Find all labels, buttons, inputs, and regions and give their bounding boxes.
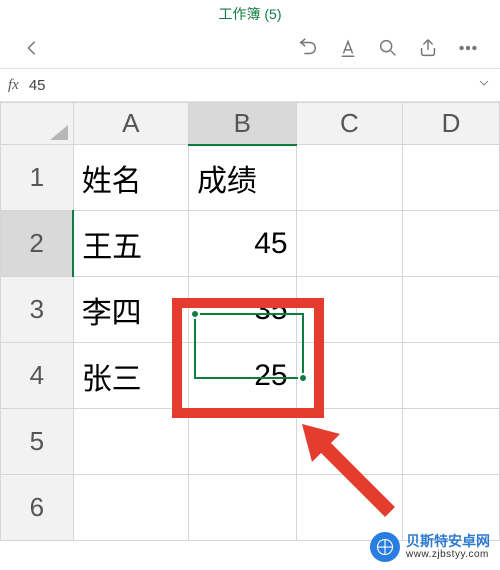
row-header-5[interactable]: 5 [1, 409, 74, 475]
watermark-title: 贝斯特安卓网 [406, 534, 490, 549]
formula-bar[interactable]: fx 45 [0, 68, 500, 102]
row-header-6[interactable]: 6 [1, 475, 74, 541]
cell-a6[interactable] [73, 475, 188, 541]
row-header-1[interactable]: 1 [1, 145, 74, 211]
share-icon[interactable] [408, 37, 448, 59]
cell-b1[interactable]: 成绩 [188, 145, 296, 211]
watermark: 贝斯特安卓网 www.zjbstyy.com [370, 532, 490, 562]
cell-c3[interactable] [296, 277, 402, 343]
toolbar [0, 28, 500, 68]
spreadsheet[interactable]: A B C D 1 姓名 成绩 2 王五 45 3 李四 35 4 [0, 102, 500, 541]
cell-a1[interactable]: 姓名 [73, 145, 188, 211]
cell-c2[interactable] [296, 211, 402, 277]
cell-d6[interactable] [403, 475, 500, 541]
col-header-c[interactable]: C [296, 103, 402, 145]
select-all-corner[interactable] [1, 103, 74, 145]
chevron-down-icon[interactable] [476, 75, 492, 95]
cell-d4[interactable] [403, 343, 500, 409]
row-header-4[interactable]: 4 [1, 343, 74, 409]
workbook-title: 工作簿 (5) [219, 4, 282, 24]
search-icon[interactable] [368, 37, 408, 59]
cell-b4[interactable]: 25 [188, 343, 296, 409]
row-header-3[interactable]: 3 [1, 277, 74, 343]
watermark-url: www.zjbstyy.com [406, 549, 490, 560]
cell-a4[interactable]: 张三 [73, 343, 188, 409]
col-header-b[interactable]: B [188, 103, 296, 145]
title-bar: 工作簿 (5) [0, 0, 500, 28]
fx-label: fx [8, 77, 19, 94]
cell-b6[interactable] [188, 475, 296, 541]
cell-d5[interactable] [403, 409, 500, 475]
font-style-icon[interactable] [328, 37, 368, 59]
back-icon[interactable] [12, 37, 52, 59]
cell-c1[interactable] [296, 145, 402, 211]
col-header-d[interactable]: D [403, 103, 500, 145]
cell-b2[interactable]: 45 [188, 211, 296, 277]
cell-a3[interactable]: 李四 [73, 277, 188, 343]
annotation-arrow-icon [290, 412, 410, 537]
more-icon[interactable] [448, 37, 488, 59]
col-header-a[interactable]: A [73, 103, 188, 145]
cell-b5[interactable] [188, 409, 296, 475]
watermark-logo-icon [370, 532, 400, 562]
cell-a5[interactable] [73, 409, 188, 475]
cell-c4[interactable] [296, 343, 402, 409]
row-header-2[interactable]: 2 [1, 211, 74, 277]
cell-d3[interactable] [403, 277, 500, 343]
cell-b3[interactable]: 35 [188, 277, 296, 343]
cell-a2[interactable]: 王五 [73, 211, 188, 277]
undo-icon[interactable] [288, 37, 328, 59]
formula-value[interactable]: 45 [29, 77, 476, 94]
cell-d2[interactable] [403, 211, 500, 277]
cell-d1[interactable] [403, 145, 500, 211]
